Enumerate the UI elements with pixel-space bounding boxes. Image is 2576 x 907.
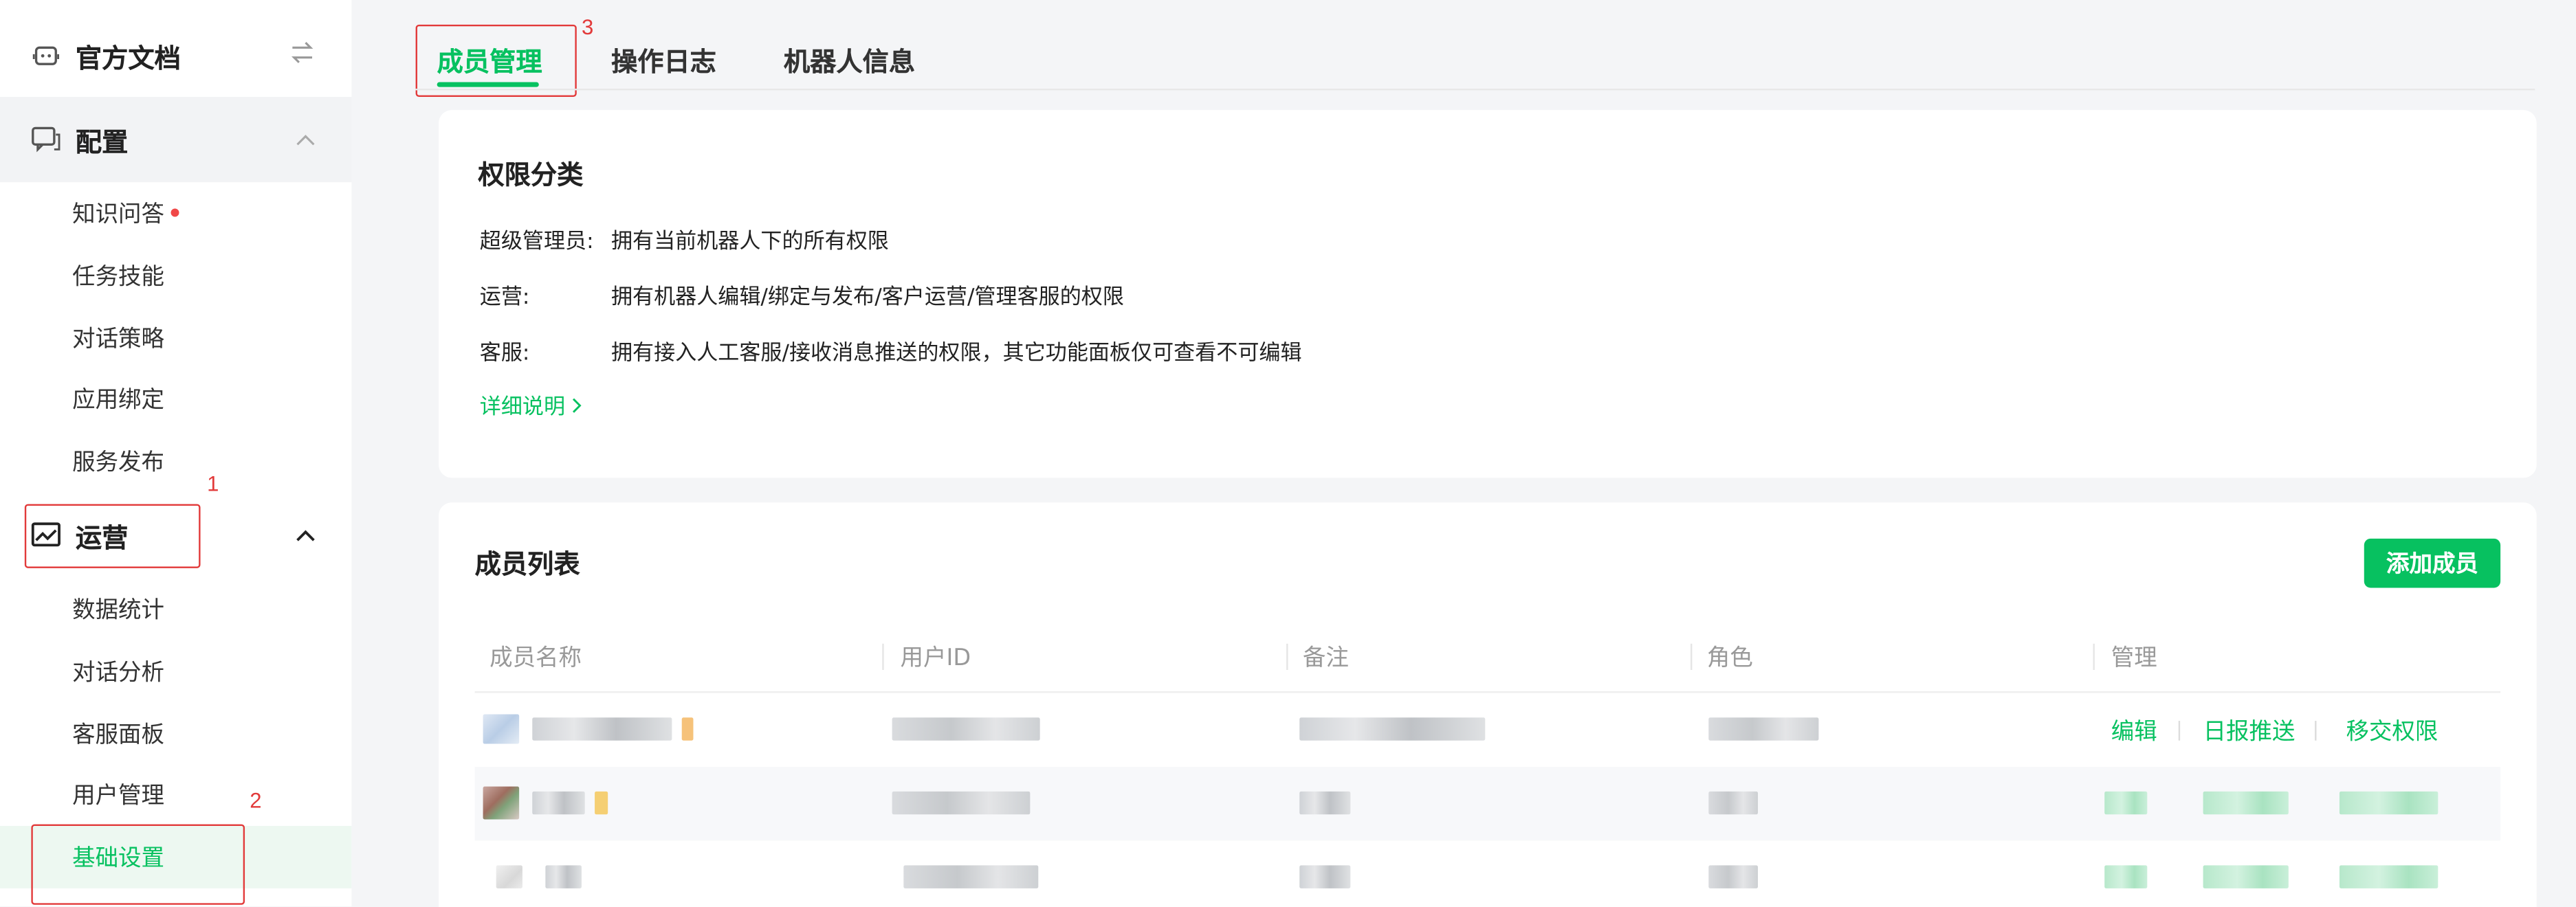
- column-header-user-id: 用户ID: [900, 645, 971, 672]
- sidebar-item-data-stats[interactable]: 数据统计: [0, 578, 351, 640]
- sidebar-item-label: 对话策略: [72, 326, 164, 353]
- sidebar-item-dialog-strategy[interactable]: 对话策略: [0, 307, 351, 370]
- sidebar-item-label: 任务技能: [72, 264, 164, 291]
- permission-row: 超级管理员: 拥有当前机器人下的所有权限: [479, 223, 889, 255]
- avatar: [483, 786, 520, 820]
- annotation-number: 1: [207, 471, 219, 496]
- column-header-role: 角色: [1706, 645, 1753, 672]
- note-redacted: [1299, 791, 1351, 815]
- redacted-mark: [595, 791, 608, 815]
- member-name-redacted: [545, 865, 582, 888]
- action-separator: [2178, 721, 2181, 741]
- sidebar-item-label: 服务发布: [72, 449, 164, 477]
- sidebar-item-task-skills[interactable]: 任务技能: [0, 245, 351, 307]
- permission-row: 客服: 拥有接入人工客服/接收消息推送的权限，其它功能面板仅可查看不可编辑: [480, 335, 1302, 366]
- column-separator: [2093, 643, 2095, 670]
- permissions-title: 权限分类: [478, 159, 584, 191]
- daily-report-push-button[interactable]: 日报推送: [2203, 715, 2296, 748]
- avatar: [496, 865, 522, 888]
- sidebar-item-service-panel[interactable]: 客服面板: [0, 703, 351, 765]
- sidebar-group-config[interactable]: 配置: [0, 96, 352, 183]
- sidebar-item-service-publish[interactable]: 服务发布: [0, 430, 351, 493]
- role-redacted: [1708, 791, 1758, 815]
- edit-button-redacted[interactable]: [2104, 865, 2148, 888]
- tab-operation-log[interactable]: 操作日志: [611, 39, 716, 78]
- role-redacted: [1708, 865, 1758, 888]
- column-header-note: 备注: [1303, 645, 1349, 672]
- sidebar: 官方文档 配置 知识问答 任务技能 对话策略 应用绑定 服务发布 运营 数据统计…: [0, 0, 352, 907]
- daily-report-push-button-redacted[interactable]: [2203, 865, 2289, 888]
- tab-member-management[interactable]: 成员管理: [437, 39, 542, 78]
- permissions-card: 权限分类 超级管理员: 拥有当前机器人下的所有权限 运营: 拥有机器人编辑/绑定…: [439, 110, 2537, 478]
- sidebar-item-knowledge-qa[interactable]: 知识问答: [0, 182, 351, 245]
- sidebar-group-config-label: 配置: [75, 126, 129, 158]
- column-separator: [1691, 643, 1693, 670]
- role-redacted: [1708, 717, 1819, 741]
- permission-desc: 拥有机器人编辑/绑定与发布/客户运营/管理客服的权限: [610, 285, 1124, 311]
- sidebar-docs-label: 官方文档: [75, 43, 181, 74]
- user-id-redacted: [903, 865, 1039, 888]
- user-id-redacted: [892, 791, 1031, 815]
- edit-button-redacted[interactable]: [2104, 791, 2148, 815]
- column-header-name: 成员名称: [489, 645, 582, 672]
- member-name-redacted: [532, 791, 585, 815]
- transfer-permission-button-redacted[interactable]: [2339, 865, 2439, 888]
- column-header-manage: 管理: [2111, 645, 2157, 672]
- note-redacted: [1299, 865, 1351, 888]
- chevron-up-icon[interactable]: [296, 126, 316, 153]
- members-card: 成员列表 添加成员 成员名称 用户ID 备注 角色 管理 编辑 日报推送 移交权…: [439, 502, 2537, 907]
- sidebar-item-label: 知识问答: [72, 201, 164, 229]
- permission-role: 运营:: [479, 285, 530, 311]
- detail-link-label: 详细说明: [479, 395, 566, 421]
- tab-robot-info[interactable]: 机器人信息: [784, 39, 915, 78]
- table-row: 编辑 日报推送 移交权限: [475, 693, 2501, 767]
- active-tab-indicator: [437, 82, 539, 87]
- robot-icon: [31, 41, 60, 71]
- transfer-permission-button-redacted[interactable]: [2339, 791, 2439, 815]
- column-separator: [882, 643, 884, 670]
- user-id-redacted: [892, 717, 1040, 741]
- notification-dot: [170, 208, 179, 216]
- permission-desc: 拥有接入人工客服/接收消息推送的权限，其它功能面板仅可查看不可编辑: [610, 341, 1302, 366]
- sidebar-docs[interactable]: 官方文档: [0, 13, 351, 98]
- sidebar-item-app-binding[interactable]: 应用绑定: [0, 368, 351, 430]
- member-name-redacted: [532, 717, 672, 741]
- permission-row: 运营: 拥有机器人编辑/绑定与发布/客户运营/管理客服的权限: [479, 279, 1124, 311]
- add-member-button[interactable]: 添加成员: [2364, 538, 2501, 588]
- annotation-box-2: [31, 824, 245, 905]
- permission-role: 超级管理员:: [479, 229, 594, 255]
- sidebar-item-label: 数据统计: [72, 597, 164, 625]
- detail-link[interactable]: 详细说明: [479, 389, 584, 421]
- daily-report-push-button-redacted[interactable]: [2203, 791, 2289, 815]
- annotation-number: 2: [250, 788, 262, 813]
- table-row: [474, 766, 2501, 841]
- note-redacted: [1299, 717, 1486, 741]
- redacted-mark: [681, 717, 694, 741]
- sidebar-item-label: 应用绑定: [72, 387, 164, 414]
- sidebar-item-label: 客服面板: [72, 722, 164, 749]
- avatar: [483, 714, 520, 744]
- sidebar-item-label: 用户管理: [72, 783, 164, 810]
- annotation-number: 3: [581, 14, 594, 40]
- members-title: 成员列表: [474, 548, 580, 580]
- tabs-divider: [415, 89, 2535, 91]
- column-separator: [1286, 643, 1288, 670]
- sidebar-item-user-management[interactable]: 用户管理: [0, 763, 351, 826]
- action-separator: [2315, 721, 2317, 741]
- switch-arrows-icon[interactable]: [289, 41, 316, 71]
- chat-bubble-icon: [31, 125, 60, 155]
- permission-desc: 拥有当前机器人下的所有权限: [610, 229, 889, 255]
- permission-role: 客服:: [479, 341, 530, 366]
- annotation-box-1: [24, 504, 201, 568]
- transfer-permission-button[interactable]: 移交权限: [2346, 715, 2438, 748]
- chevron-right-icon: [572, 396, 584, 421]
- sidebar-item-dialog-analysis[interactable]: 对话分析: [0, 640, 351, 703]
- chevron-up-icon[interactable]: [296, 522, 316, 548]
- sidebar-item-label: 对话分析: [72, 660, 164, 686]
- edit-button[interactable]: 编辑: [2111, 715, 2157, 748]
- table-row: [475, 841, 2501, 907]
